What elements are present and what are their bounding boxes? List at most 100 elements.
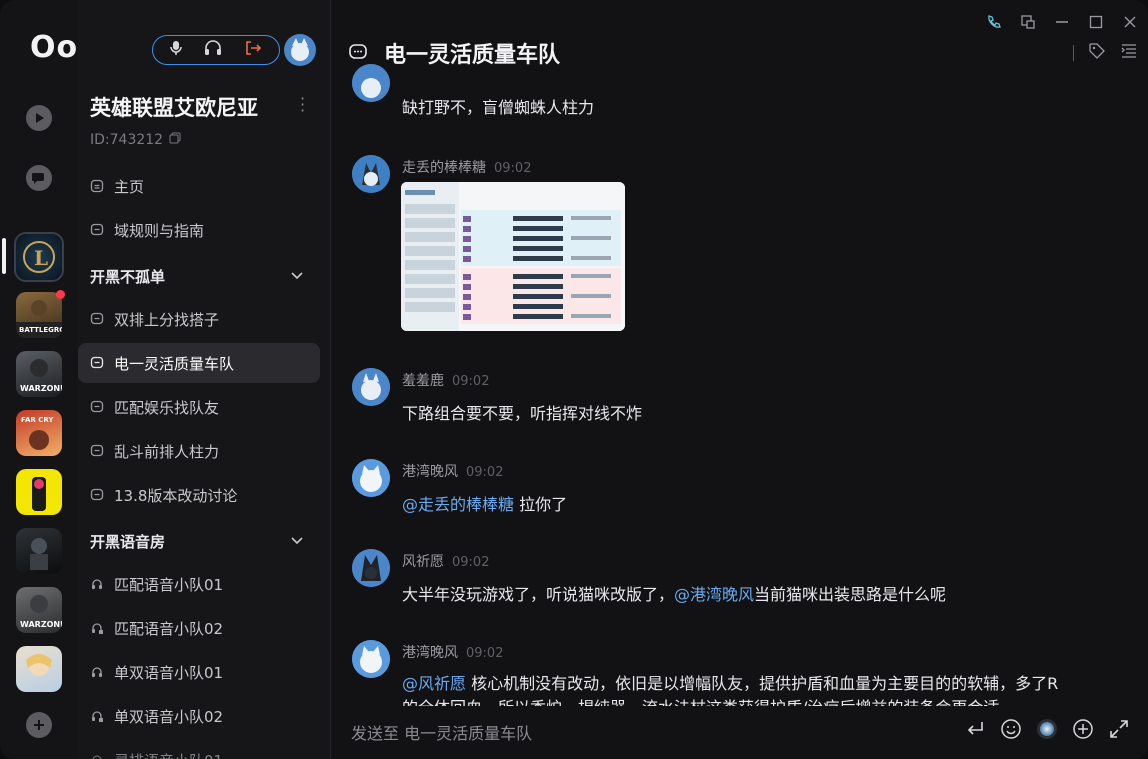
exit-icon[interactable] [244, 40, 262, 60]
voice-channel-item[interactable]: 灵排语音小队01 [78, 740, 320, 759]
user-avatar[interactable] [352, 368, 390, 406]
chat-icon [90, 223, 104, 237]
channel-title: 电一灵活质量车队 [384, 43, 561, 68]
popout-icon[interactable] [1020, 14, 1036, 30]
phone-icon[interactable] [986, 14, 1002, 30]
message-text: 缺打野不，盲僧蜘蛛人柱力 [402, 98, 595, 117]
username[interactable]: 风祈愿 [402, 554, 444, 570]
game-rail: Oopz. L BATTLEGROUNDS WARZONE FAR CRY W [0, 0, 130, 759]
app-window: Oopz. L BATTLEGROUNDS WARZONE FAR CRY W [0, 0, 1148, 759]
nav-item-home[interactable]: 主页 [78, 166, 320, 206]
separator-bar [1073, 45, 1074, 61]
game-far-cry[interactable]: FAR CRY [16, 410, 62, 456]
nav-item-label: 域规则与指南 [114, 221, 205, 240]
mention[interactable]: @风祈愿 [402, 674, 466, 693]
message-text: 大半年没玩游戏了，听说猫咪改版了，@港湾晚风当前猫咪出装思路是什么呢 [402, 581, 946, 605]
channel-item[interactable]: 乱斗前排人柱力 [78, 431, 320, 471]
game-genshin[interactable] [16, 646, 62, 692]
timestamp: 09:02 [466, 646, 504, 661]
chat-icon [90, 400, 104, 414]
message-input[interactable]: 发送至 电一灵活质量车队 [351, 720, 532, 744]
game-league-of-legends[interactable]: L [14, 232, 64, 282]
tag-icon[interactable] [1088, 42, 1106, 64]
voice-channel-item-locked[interactable]: 单双语音小队02 [78, 696, 320, 736]
message-text: @走丢的棒棒糖 拉你了 [402, 491, 567, 515]
group-header-1[interactable]: 开黑不孤单 [90, 266, 165, 287]
enter-icon[interactable] [964, 718, 986, 740]
mention[interactable]: @走丢的棒棒糖 [402, 495, 514, 514]
copy-icon[interactable] [169, 132, 181, 148]
more-options-icon[interactable]: · · · [300, 91, 305, 119]
user-avatar[interactable] [352, 155, 390, 193]
game-warzone[interactable]: WARZONE [16, 351, 62, 397]
svg-text:FAR CRY: FAR CRY [21, 416, 54, 424]
nav-item-rules[interactable]: 域规则与指南 [78, 210, 320, 250]
sticker-icon[interactable] [1036, 718, 1058, 740]
voice-icon [90, 665, 104, 679]
username[interactable]: 走丢的棒棒糖 [402, 160, 486, 176]
composer-tools [964, 718, 1130, 740]
voice-channel-item[interactable]: 单双语音小队01 [78, 652, 320, 692]
channel-label: 匹配语音小队02 [114, 619, 224, 638]
user-avatar[interactable] [352, 549, 390, 587]
timestamp: 09:02 [466, 465, 504, 480]
channel-label: 匹配语音小队01 [114, 575, 224, 594]
username[interactable]: 港湾晚风 [402, 464, 458, 480]
headphones-icon[interactable] [204, 40, 222, 60]
timestamp: 09:02 [452, 555, 490, 570]
message-header: 风祈愿 09:02 [402, 551, 489, 571]
user-avatar[interactable] [352, 640, 390, 678]
message-header: 走丢的棒棒糖 09:02 [402, 157, 531, 177]
member-list-icon[interactable] [1120, 42, 1138, 64]
channel-item[interactable]: 匹配娱乐找队友 [78, 387, 320, 427]
emoji-icon[interactable] [1000, 718, 1022, 740]
voice-channel-item[interactable]: 匹配语音小队01 [78, 564, 320, 604]
channel-label: 单双语音小队02 [114, 707, 224, 726]
voice-icon [90, 577, 104, 591]
notification-dot [56, 290, 65, 299]
chevron-down-icon[interactable] [290, 534, 304, 548]
timestamp: 09:02 [452, 374, 490, 389]
chevron-down-icon[interactable] [290, 269, 304, 283]
play-icon[interactable] [26, 105, 52, 131]
game-pubg[interactable]: BATTLEGROUNDS [16, 292, 62, 338]
microphone-icon[interactable] [170, 40, 182, 60]
user-avatar[interactable] [352, 64, 390, 102]
message-header: 港湾晚风 09:02 [402, 642, 503, 662]
maximize-icon[interactable] [1088, 14, 1104, 30]
timestamp: 09:02 [494, 161, 532, 176]
group-header-2[interactable]: 开黑语音房 [90, 531, 165, 552]
game-cyberpunk[interactable] [16, 469, 62, 515]
voice-lock-icon [90, 709, 104, 723]
user-avatar[interactable] [352, 459, 390, 497]
chat-icon [90, 356, 104, 370]
channel-item[interactable]: 13.8版本改动讨论 [78, 475, 320, 515]
window-controls [986, 14, 1138, 30]
message-text-body: 大半年没玩游戏了，听说猫咪改版了， [402, 585, 675, 604]
message-text-body: 拉你了 [514, 495, 568, 514]
messages-icon[interactable] [26, 165, 52, 191]
game-warzone-2[interactable]: WARZONE [16, 587, 62, 633]
game-death-stranding[interactable] [16, 528, 62, 574]
expand-icon[interactable] [1108, 718, 1130, 740]
home-icon [90, 179, 104, 193]
channel-item[interactable]: 双排上分找搭子 [78, 299, 320, 339]
server-name: 英雄联盟艾欧尼亚 [90, 96, 258, 120]
voice-controls [152, 35, 280, 65]
channel-chat-icon [349, 44, 367, 59]
channel-item-active[interactable]: 电一灵活质量车队 [78, 343, 320, 383]
username[interactable]: 港湾晚风 [402, 645, 458, 661]
close-icon[interactable] [1122, 14, 1138, 30]
minimize-icon[interactable] [1054, 14, 1070, 30]
mention[interactable]: @港湾晚风 [674, 585, 754, 604]
user-avatar[interactable] [284, 34, 316, 66]
add-server-icon[interactable] [26, 712, 52, 738]
username[interactable]: 羞羞鹿 [402, 373, 444, 389]
message-composer: 发送至 电一灵活质量车队 [331, 706, 1148, 759]
add-attachment-icon[interactable] [1072, 718, 1094, 740]
message-image[interactable] [401, 182, 625, 331]
channel-label: 乱斗前排人柱力 [114, 442, 220, 461]
nav-item-label: 主页 [114, 177, 145, 196]
voice-channel-item-locked[interactable]: 匹配语音小队02 [78, 608, 320, 648]
server-id-text: ID:743212 [90, 132, 164, 148]
